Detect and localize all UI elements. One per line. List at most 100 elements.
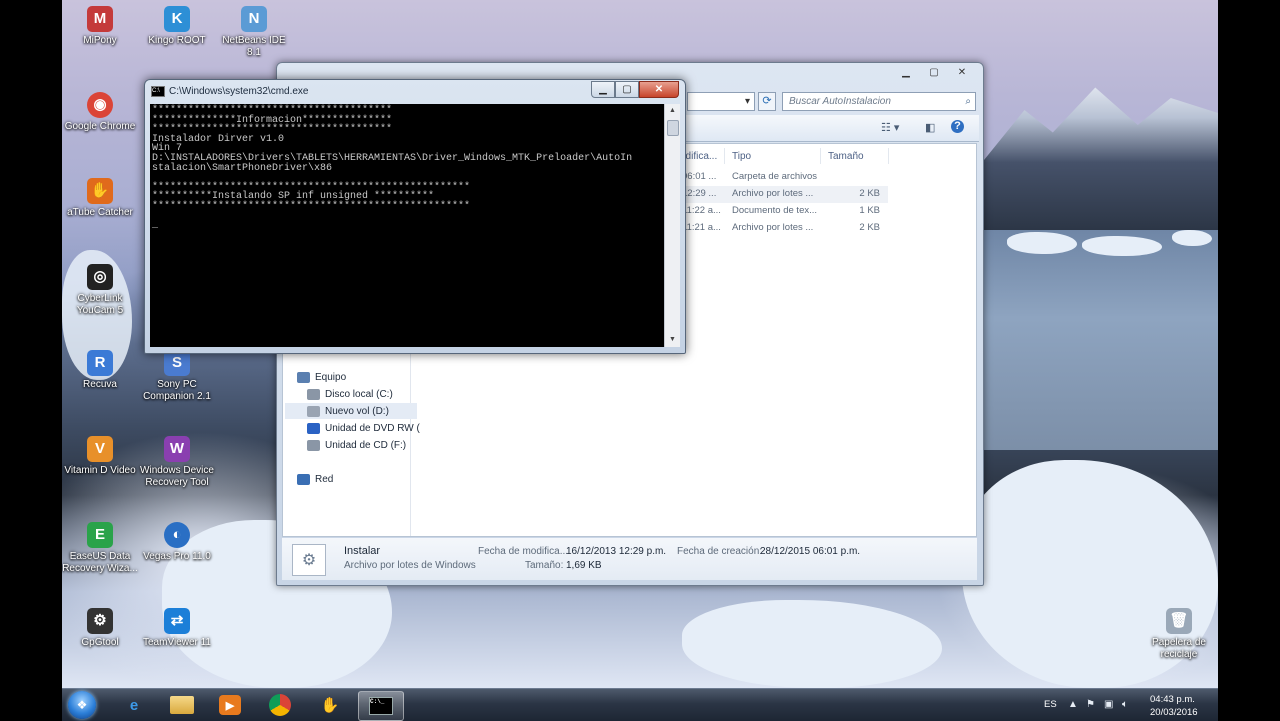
explorer-window-controls: ▁ ▢ ✕ (893, 65, 975, 81)
file-date: 06:01 ... (682, 171, 717, 182)
nav-item-nuevo-vol-d[interactable]: Nuevo vol (D:) (285, 403, 417, 419)
file-row[interactable]: 06:01 ... Carpeta de archivos (678, 169, 888, 186)
right-letterbox (1218, 0, 1280, 688)
console-icon: C:\ (151, 86, 165, 97)
file-date: 11:21 a... (682, 222, 721, 233)
clock-date[interactable]: 20/03/2016 (1150, 707, 1198, 718)
taskbar-internet-explorer[interactable]: e (112, 691, 156, 719)
file-type: Documento de tex... (732, 205, 818, 216)
desktop-icon-sony-pc-companion[interactable]: S Sony PC Companion 2.1 (139, 350, 215, 403)
nav-item-red[interactable]: Red (297, 471, 333, 487)
desktop-icon-vegas-pro[interactable]: ◐ Vegas Pro 11.0 (139, 522, 215, 563)
nav-item-label: Unidad de DVD RW ( (325, 422, 420, 434)
batch-file-icon: ⚙ (292, 544, 326, 576)
hard-drive-icon (307, 388, 320, 400)
file-size: 2 KB (859, 222, 880, 233)
desktop-icon-chrome[interactable]: ◉ Google Chrome (62, 92, 138, 133)
help-icon[interactable]: ? (951, 120, 964, 133)
desktop-icon-easeus[interactable]: E EaseUS Data Recovery Wiza... (62, 522, 138, 575)
desktop-icon-label: CyberLink YouCam 5 (76, 293, 124, 316)
recuva-icon: R (87, 350, 113, 376)
desktop-icon-label: Google Chrome (64, 121, 136, 132)
column-header-type[interactable]: Tipo (732, 151, 751, 162)
desktop-icon-recuva[interactable]: R Recuva (62, 350, 138, 391)
desktop-icon-label: aTube Catcher (67, 207, 133, 218)
nav-item-dvd-rw[interactable]: Unidad de DVD RW ( (307, 420, 420, 436)
vitamin-d-video-icon: V (87, 436, 113, 462)
console-output[interactable]: ****************************************… (150, 104, 664, 347)
details-modified-label: Fecha de modifica... (478, 546, 569, 557)
desktop-icon-netbeans[interactable]: N NetBeans IDE 8.1 (216, 6, 292, 59)
minimize-icon[interactable]: ▁ (591, 81, 615, 98)
network-icon[interactable]: ▣ (1104, 699, 1113, 710)
recycle-bin-icon: 🗑 (1166, 608, 1192, 634)
netbeans-icon: N (241, 6, 267, 32)
taskbar-cmd[interactable]: C:\_ (358, 691, 404, 721)
cmd-title-bar[interactable]: C:\ C:\Windows\system32\cmd.exe (151, 86, 309, 97)
start-button[interactable]: ❖ (68, 691, 96, 719)
view-options-icon[interactable]: ☷ ▾ (881, 121, 899, 134)
minimize-icon[interactable]: ▁ (893, 65, 919, 81)
cmd-scrollbar[interactable]: ▲ ▼ (664, 104, 680, 347)
cmd-window[interactable]: C:\ C:\Windows\system32\cmd.exe ▁ ▢ ✕ **… (144, 79, 686, 354)
clock-time[interactable]: 04:43 p.m. (1150, 694, 1195, 705)
desktop-icon-recycle-bin[interactable]: 🗑 Papelera de reciclaje (1141, 608, 1217, 661)
action-center-flag-icon[interactable]: ⚑ (1086, 699, 1095, 710)
close-icon[interactable]: ✕ (949, 65, 975, 81)
desktop-icon-vitamin-d-video[interactable]: V Vitamin D Video (62, 436, 138, 477)
refresh-icon[interactable]: ⟳ (758, 92, 776, 111)
desktop-icon-cyberlink-youcam[interactable]: ◎ CyberLink YouCam 5 (62, 264, 138, 317)
desktop-icon-teamviewer[interactable]: ⇄ TeamViewer 11 (139, 608, 215, 649)
search-icon: ⌕ (965, 96, 971, 107)
taskbar-atube-catcher[interactable]: ✋ (308, 691, 352, 719)
desktop-icon-label: Sony PC Companion 2.1 (143, 379, 211, 402)
preview-pane-icon[interactable]: ◧ (925, 121, 935, 134)
maximize-icon[interactable]: ▢ (615, 81, 639, 98)
file-row[interactable]: 11:22 a... Documento de tex... 1 KB (678, 203, 888, 220)
volume-icon[interactable]: 🔈︎ (1122, 699, 1128, 710)
nav-item-disco-local-c[interactable]: Disco local (C:) (307, 386, 393, 402)
desktop-icon-label: Windows Device Recovery Tool (140, 465, 214, 488)
nav-item-cd-f[interactable]: Unidad de CD (F:) (307, 437, 406, 453)
nav-item-label: Nuevo vol (D:) (325, 405, 389, 417)
close-icon[interactable]: ✕ (639, 81, 679, 98)
dvd-drive-icon (307, 422, 320, 434)
windows-logo-icon: ❖ (76, 698, 88, 712)
left-letterbox (0, 0, 62, 688)
file-row-selected[interactable]: 12:29 ... Archivo por lotes ... 2 KB (678, 186, 888, 203)
desktop-icon-label: Vitamin D Video (64, 465, 136, 476)
desktop-icon-kingo-root[interactable]: K Kingo ROOT (139, 6, 215, 47)
desktop-icon-label: Kingo ROOT (148, 35, 206, 46)
taskbar-media-player[interactable]: ▶ (208, 691, 252, 719)
console-cursor: _ (152, 220, 159, 232)
desktop-icon-mipony[interactable]: M MiPony (62, 6, 138, 47)
desktop-icon-atube-catcher[interactable]: ✋ aTube Catcher (62, 178, 138, 219)
scroll-thumb[interactable] (667, 120, 679, 136)
file-type: Archivo por lotes ... (732, 188, 814, 199)
show-hidden-icons-icon[interactable]: ▲ (1068, 699, 1078, 710)
maximize-icon[interactable]: ▢ (921, 65, 947, 81)
language-indicator[interactable]: ES (1044, 699, 1057, 710)
file-type: Archivo por lotes ... (732, 222, 814, 233)
console-line: ****************************************… (152, 200, 471, 212)
scroll-down-icon[interactable]: ▼ (665, 333, 680, 347)
wallpaper-water (982, 230, 1218, 450)
computer-icon (297, 371, 310, 383)
scroll-up-icon[interactable]: ▲ (665, 104, 680, 118)
desktop-icon-windows-device-recovery[interactable]: W Windows Device Recovery Tool (139, 436, 215, 489)
desktop-icon-label: Papelera de reciclaje (1152, 637, 1206, 660)
taskbar-chrome[interactable] (258, 691, 302, 719)
address-bar[interactable]: ▾ (687, 92, 755, 111)
file-row[interactable]: 11:21 a... Archivo por lotes ... 2 KB (678, 220, 888, 237)
gpgtool-icon: ⚙ (87, 608, 113, 634)
taskbar-file-explorer[interactable] (160, 691, 204, 719)
details-file-type: Archivo por lotes de Windows (344, 560, 476, 571)
nav-item-equipo[interactable]: Equipo (297, 369, 346, 385)
drive-icon (307, 405, 320, 417)
desktop-icon-gpgtool[interactable]: ⚙ GpGtool (62, 608, 138, 649)
details-created-label: Fecha de creación: (677, 546, 763, 557)
column-header-size[interactable]: Tamaño (828, 151, 864, 162)
taskbar: ❖ e ▶ ✋ C:\_ ES ▲ ⚑ ▣ 🔈︎ 04:43 p.m. 20/0… (62, 688, 1218, 721)
search-input[interactable]: Buscar AutoInstalacion ⌕ (782, 92, 976, 111)
